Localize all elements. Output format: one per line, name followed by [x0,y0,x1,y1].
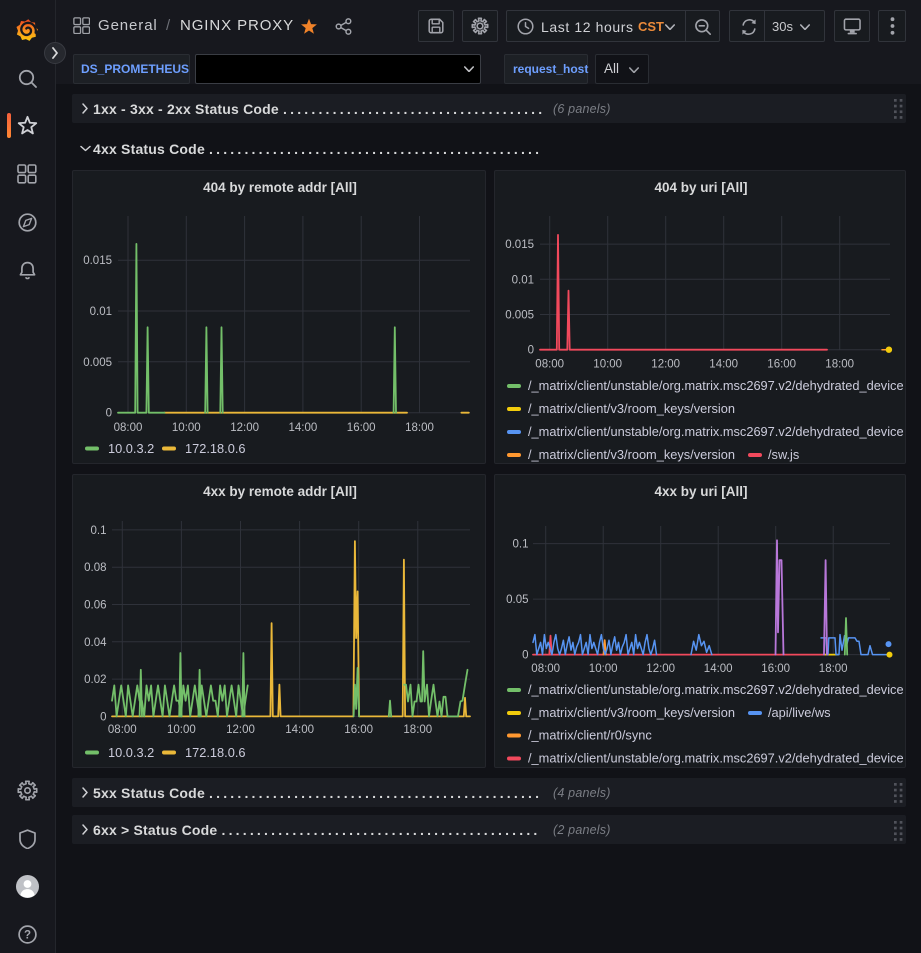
svg-text:404 by uri [All]: 404 by uri [All] [654,180,747,195]
svg-text:14:00: 14:00 [285,724,314,736]
svg-text:0: 0 [528,345,534,357]
svg-text:10:00: 10:00 [167,724,196,736]
svg-text:18:00: 18:00 [405,422,434,434]
svg-text:18:00: 18:00 [825,358,854,370]
svg-text:0.05: 0.05 [506,594,528,606]
svg-text:0.1: 0.1 [513,539,529,551]
svg-text:0: 0 [522,650,528,662]
svg-text:16:00: 16:00 [347,422,376,434]
svg-text:0.08: 0.08 [84,562,106,574]
svg-text:16:00: 16:00 [761,663,790,675]
svg-text:14:00: 14:00 [289,422,318,434]
svg-text:/_matrix/client/r0/sync: /_matrix/client/r0/sync [528,728,652,743]
svg-text:4xx by uri [All]: 4xx by uri [All] [654,484,747,499]
svg-text:16:00: 16:00 [767,358,796,370]
svg-text:/_matrix/client/v3/room_keys/v: /_matrix/client/v3/room_keys/version [528,705,735,720]
svg-text:0.1: 0.1 [91,525,107,537]
svg-text:10:00: 10:00 [172,422,201,434]
svg-text:0.04: 0.04 [84,637,107,649]
svg-text:0.01: 0.01 [512,274,534,286]
svg-text:0: 0 [100,711,106,723]
svg-text:4xx by remote addr [All]: 4xx by remote addr [All] [203,484,357,499]
svg-text:?: ? [23,929,30,941]
svg-text:/sw.js: /sw.js [768,447,799,462]
svg-text:12:00: 12:00 [226,724,255,736]
svg-text:0.015: 0.015 [83,255,112,267]
svg-text:14:00: 14:00 [704,663,733,675]
svg-text:10.0.3.2: 10.0.3.2 [108,745,154,760]
svg-text:/_matrix/client/v3/room_keys/v: /_matrix/client/v3/room_keys/version [528,447,735,462]
svg-text:404 by remote addr [All]: 404 by remote addr [All] [203,180,357,195]
svg-text:/_matrix/client/unstable/org.m: /_matrix/client/unstable/org.matrix.msc2… [528,751,904,766]
svg-text:0.005: 0.005 [505,310,534,322]
svg-text:18:00: 18:00 [819,663,848,675]
svg-text:0.01: 0.01 [90,306,112,318]
svg-text:0.015: 0.015 [505,239,534,251]
svg-text:12:00: 12:00 [646,663,675,675]
svg-text:0.06: 0.06 [84,600,106,612]
svg-text:172.18.0.6: 172.18.0.6 [185,745,246,760]
svg-text:172.18.0.6: 172.18.0.6 [185,441,246,456]
svg-text:08:00: 08:00 [535,358,564,370]
svg-text:10:00: 10:00 [593,358,622,370]
svg-text:14:00: 14:00 [709,358,738,370]
svg-text:/_matrix/client/unstable/org.m: /_matrix/client/unstable/org.matrix.msc2… [528,378,904,393]
svg-text:/api/live/ws: /api/live/ws [768,705,831,720]
svg-text:08:00: 08:00 [531,663,560,675]
svg-text:16:00: 16:00 [344,724,373,736]
svg-text:/_matrix/client/unstable/org.m: /_matrix/client/unstable/org.matrix.msc2… [528,682,904,697]
svg-text:12:00: 12:00 [230,422,259,434]
svg-text:0.005: 0.005 [83,357,112,369]
svg-text:12:00: 12:00 [651,358,680,370]
svg-text:08:00: 08:00 [114,422,143,434]
svg-text:/_matrix/client/v3/room_keys/v: /_matrix/client/v3/room_keys/version [528,401,735,416]
svg-text:0.02: 0.02 [84,674,106,686]
svg-text:08:00: 08:00 [108,724,137,736]
svg-text:0: 0 [106,408,112,420]
svg-text:/_matrix/client/unstable/org.m: /_matrix/client/unstable/org.matrix.msc2… [528,424,904,439]
svg-text:10.0.3.2: 10.0.3.2 [108,441,154,456]
svg-text:18:00: 18:00 [403,724,432,736]
svg-text:10:00: 10:00 [589,663,618,675]
